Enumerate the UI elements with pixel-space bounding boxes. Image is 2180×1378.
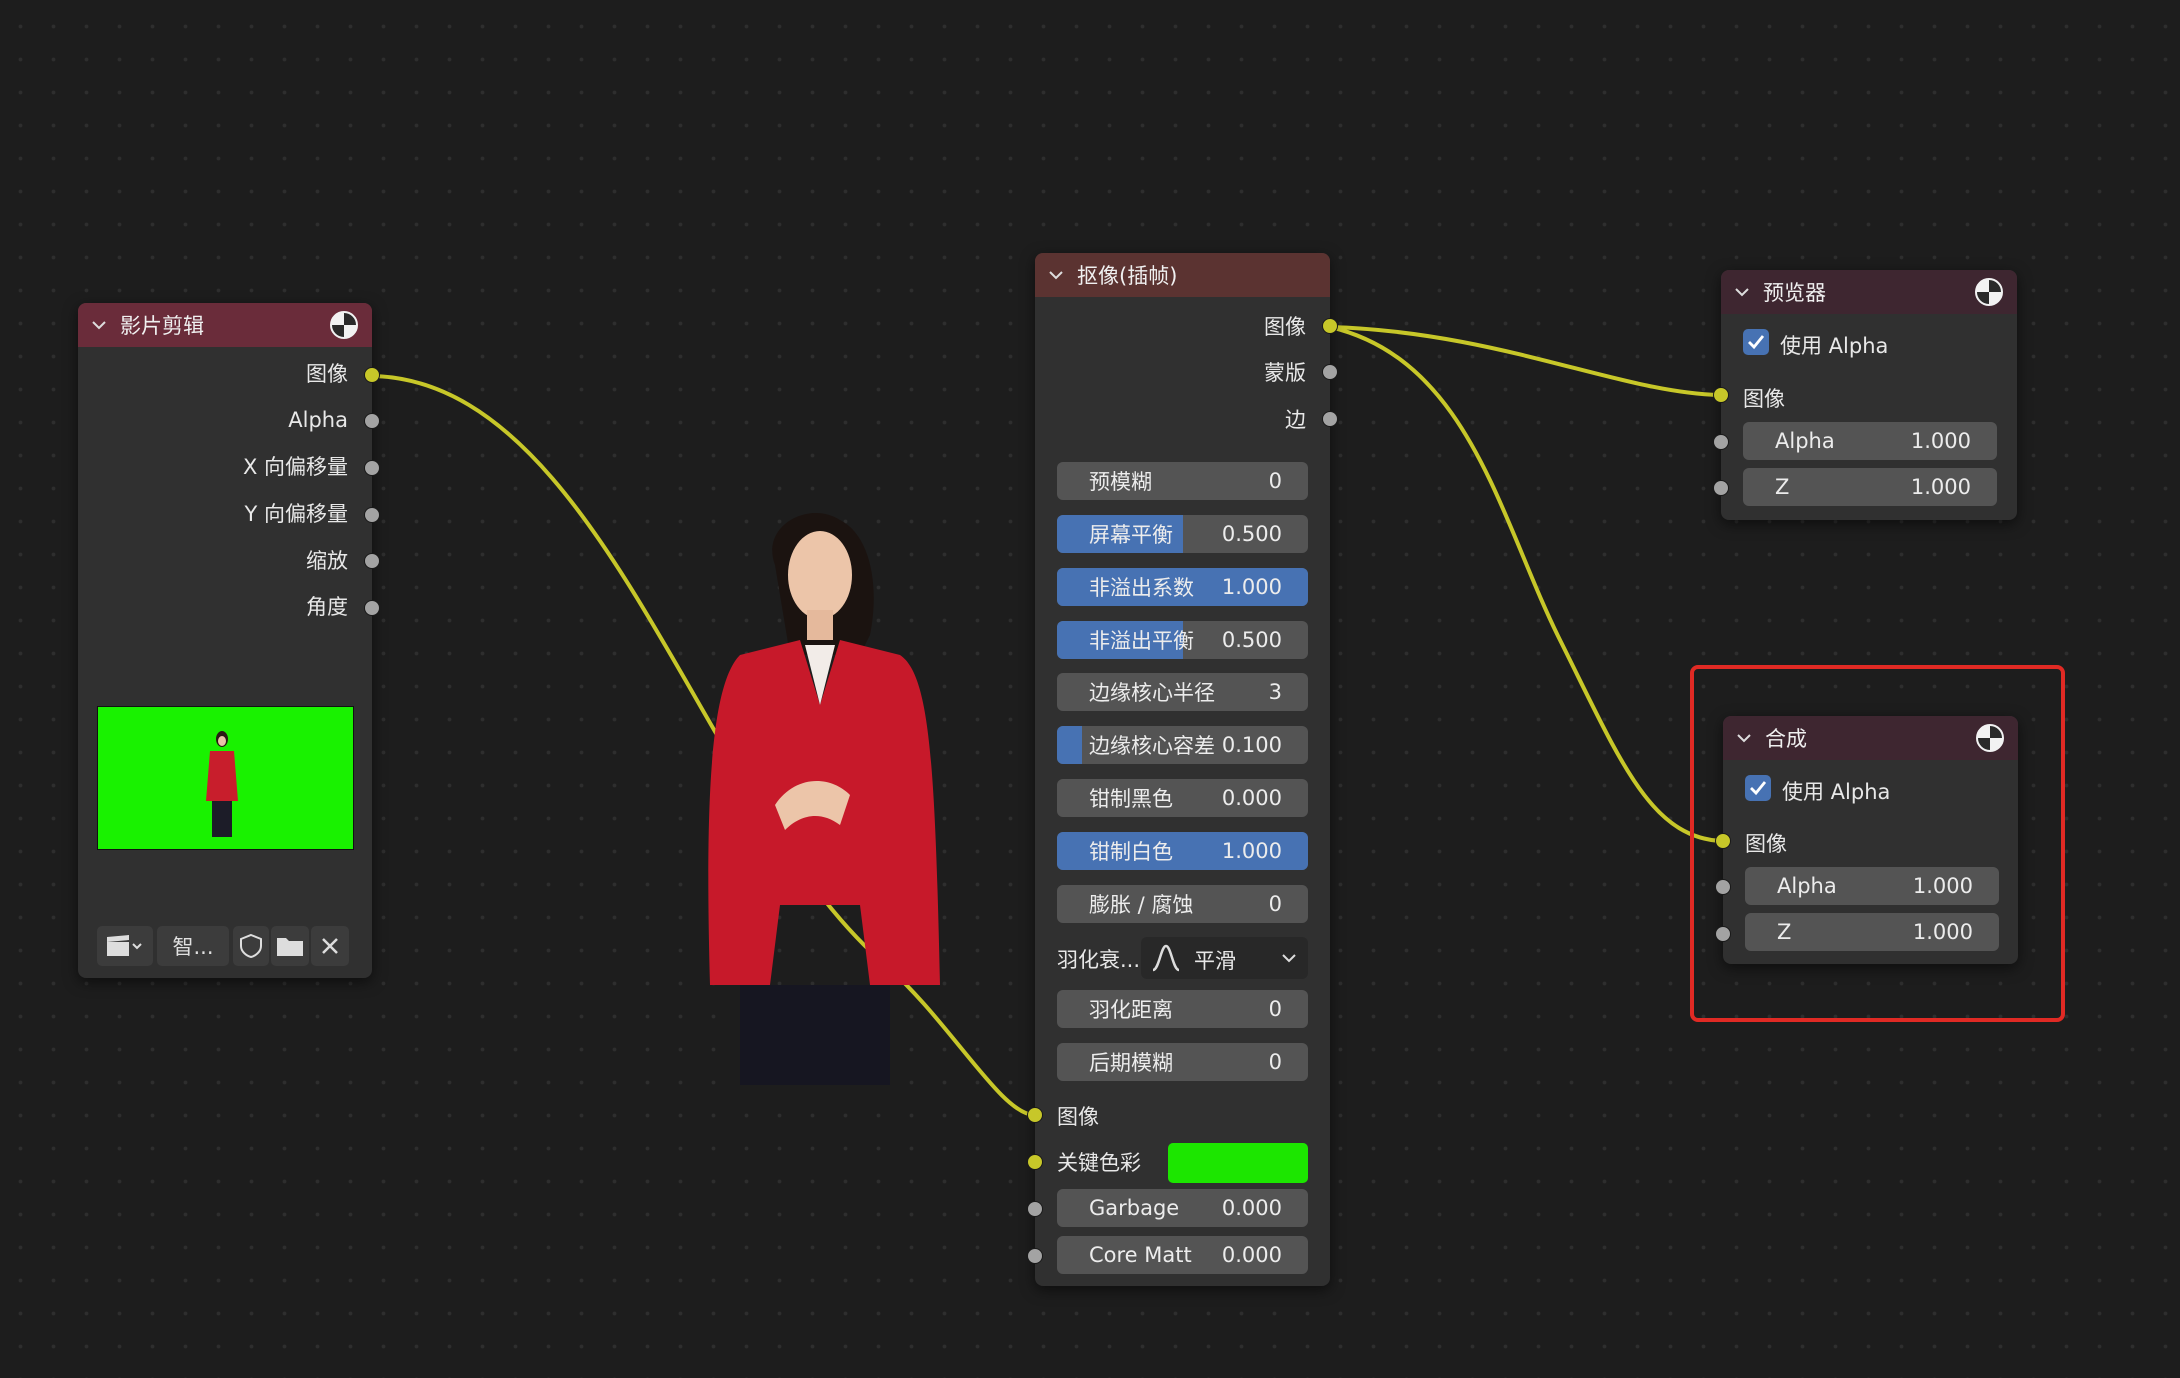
- viewer-node[interactable]: 预览器 使用 Alpha 图像 Alpha 1.000 Z 1.000: [1721, 270, 2017, 520]
- output-y-offset: Y 向偏移量: [244, 502, 348, 526]
- clip-type-dropdown[interactable]: [97, 926, 153, 966]
- despill-balance-field[interactable]: 非溢出平衡 0.500: [1057, 621, 1308, 659]
- output-alpha: Alpha: [288, 408, 348, 432]
- output-angle: 角度: [306, 595, 348, 619]
- keying-edges-output-socket[interactable]: [1322, 411, 1338, 427]
- feather-falloff-label: 羽化衰...: [1057, 948, 1141, 972]
- chevron-down-icon[interactable]: [92, 320, 106, 330]
- output-x-offset: X 向偏移量: [242, 455, 348, 479]
- unlink-button[interactable]: [311, 926, 349, 966]
- keying-key-color-input-socket[interactable]: [1027, 1154, 1043, 1170]
- clip-image-output-socket[interactable]: [364, 367, 380, 383]
- viewer-z-input-socket[interactable]: [1713, 480, 1729, 496]
- edge-kernel-tolerance-field[interactable]: 边缘核心容差 0.100: [1057, 726, 1308, 764]
- node-title: 预览器: [1763, 281, 1826, 305]
- clip-y-offset-output-socket[interactable]: [364, 507, 380, 523]
- clapper-icon: [107, 935, 142, 956]
- clip-alpha-output-socket[interactable]: [364, 413, 380, 429]
- dilate-erode-field[interactable]: 膨胀 / 腐蚀 0: [1057, 885, 1308, 923]
- keying-core-input-socket[interactable]: [1027, 1248, 1043, 1264]
- viewer-alpha-input-socket[interactable]: [1713, 434, 1729, 450]
- clip-black-field[interactable]: 钳制黑色 0.000: [1057, 779, 1308, 817]
- smooth-curve-icon: [1152, 944, 1180, 972]
- clip-angle-output-socket[interactable]: [364, 600, 380, 616]
- output-edges: 边: [1285, 408, 1306, 432]
- feather-distance-field[interactable]: 羽化距离 0: [1057, 990, 1308, 1028]
- feather-falloff-dropdown[interactable]: 平滑: [1141, 937, 1308, 979]
- edge-kernel-radius-field[interactable]: 边缘核心半径 3: [1057, 673, 1308, 711]
- open-file-button[interactable]: [271, 926, 309, 966]
- alpha-field[interactable]: Alpha 1.000: [1743, 422, 1997, 460]
- viewer-node-header[interactable]: 预览器: [1721, 270, 2017, 314]
- keying-image-output-socket[interactable]: [1322, 318, 1338, 334]
- link-keying-to-composite: [1329, 325, 1723, 843]
- z-field[interactable]: Z 1.000: [1743, 468, 1997, 506]
- shield-icon: [240, 933, 262, 959]
- use-alpha-label: 使用 Alpha: [1780, 334, 1889, 358]
- keying-node[interactable]: 抠像(插帧) 图像 蒙版 边 预模糊 0 屏幕平衡 0.500 非溢出系数 1.000…: [1035, 253, 1330, 1286]
- post-blur-field[interactable]: 后期模糊 0: [1057, 1043, 1308, 1081]
- close-icon: [322, 938, 338, 954]
- clip-thumbnail: [97, 706, 354, 850]
- link-keying-to-viewer: [1329, 325, 1721, 397]
- check-icon: [1748, 335, 1765, 350]
- output-image: 图像: [1264, 315, 1306, 339]
- pre-blur-field[interactable]: 预模糊 0: [1057, 462, 1308, 500]
- clip-name-field[interactable]: 智...: [157, 926, 229, 966]
- presenter-keyed-image: [708, 512, 940, 1085]
- use-alpha-checkbox[interactable]: [1743, 329, 1769, 355]
- output-scale: 缩放: [306, 549, 348, 573]
- chevron-down-icon[interactable]: [1735, 287, 1749, 297]
- movie-clip-node[interactable]: 影片剪辑 图像 Alpha X 向偏移量 Y 向偏移量 缩放 角度 智...: [78, 303, 372, 978]
- clip-x-offset-output-socket[interactable]: [364, 460, 380, 476]
- output-image: 图像: [306, 362, 348, 386]
- folder-icon: [277, 938, 303, 956]
- input-key-color-label: 关键色彩: [1057, 1151, 1141, 1175]
- core-matte-field[interactable]: Core Matt 0.000: [1057, 1236, 1308, 1274]
- keying-garbage-input-socket[interactable]: [1027, 1201, 1043, 1217]
- chevron-down-icon: [1282, 954, 1296, 963]
- node-title: 抠像(插帧): [1077, 264, 1178, 288]
- chevron-down-icon[interactable]: [1049, 270, 1063, 280]
- render-globe-icon: [330, 311, 358, 339]
- fake-user-button[interactable]: [233, 926, 269, 966]
- render-globe-icon: [1975, 278, 2003, 306]
- movie-clip-node-header[interactable]: 影片剪辑: [78, 303, 372, 347]
- input-image-label: 图像: [1743, 387, 1785, 411]
- clip-white-field[interactable]: 钳制白色 1.000: [1057, 832, 1308, 870]
- node-title: 影片剪辑: [120, 314, 204, 338]
- keying-matte-output-socket[interactable]: [1322, 364, 1338, 380]
- keying-node-header[interactable]: 抠像(插帧): [1035, 253, 1330, 297]
- garbage-matte-field[interactable]: Garbage 0.000: [1057, 1189, 1308, 1227]
- composite-highlight-box: [1690, 665, 2065, 1022]
- input-image-label: 图像: [1057, 1105, 1099, 1129]
- key-color-swatch[interactable]: [1168, 1143, 1308, 1183]
- clip-scale-output-socket[interactable]: [364, 553, 380, 569]
- viewer-image-input-socket[interactable]: [1713, 387, 1729, 403]
- keying-image-input-socket[interactable]: [1027, 1107, 1043, 1123]
- despill-factor-field[interactable]: 非溢出系数 1.000: [1057, 568, 1308, 606]
- output-matte: 蒙版: [1264, 361, 1306, 385]
- screen-balance-field[interactable]: 屏幕平衡 0.500: [1057, 515, 1308, 553]
- presenter-thumbnail-image: [206, 731, 238, 837]
